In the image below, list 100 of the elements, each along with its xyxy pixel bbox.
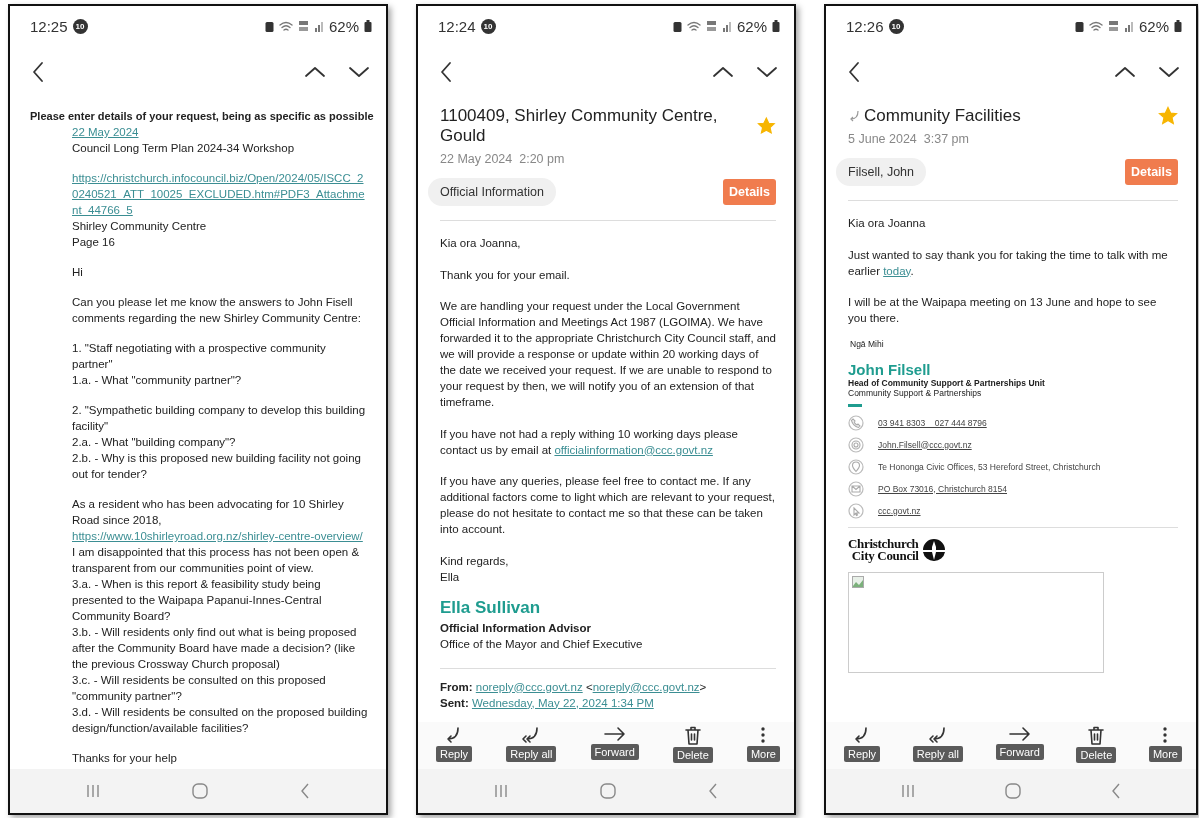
more-icon	[760, 726, 767, 744]
signature-name: Ella Sullivan	[440, 600, 542, 616]
body-text: From: noreply@ccc.govt.nz <noreply@ccc.govt.nz>	[440, 679, 708, 695]
action-button[interactable]: More	[1148, 726, 1182, 763]
contact-link[interactable]: John.Filsell@ccc.govt.nz	[878, 437, 972, 452]
action-button[interactable]: More	[746, 726, 780, 763]
back-icon[interactable]	[32, 61, 44, 83]
body-text: Hi	[72, 265, 84, 280]
body-text: Thanks for your help	[72, 751, 178, 766]
contact-link[interactable]: ccc.govt.nz	[878, 503, 921, 518]
status-time: 12:24	[438, 17, 476, 35]
battery-percent: 62%	[1138, 17, 1169, 35]
signature-department: Community Support & Partnerships	[848, 387, 982, 398]
link[interactable]: officialinformation@ccc.govt.nz	[554, 443, 713, 456]
more-icon	[1162, 726, 1169, 744]
signal-icon	[721, 20, 732, 32]
council-logo-text: Christchurch City Council	[848, 537, 919, 562]
wifi-icon	[278, 20, 293, 32]
body-text: 2.b. - Why is this proposed new building facility not going out for tender?	[72, 451, 362, 482]
forward-icon	[602, 726, 627, 742]
star-icon[interactable]	[1158, 106, 1178, 126]
home-icon[interactable]	[192, 783, 208, 799]
action-button[interactable]: Reply	[436, 726, 473, 763]
link[interactable]: noreply@ccc.govt.nz	[475, 680, 583, 693]
sender-chip[interactable]: Official Information	[428, 178, 556, 206]
home-icon[interactable]	[1005, 783, 1021, 799]
link[interactable]: Wednesday, May 22, 2024 1:34 PM	[471, 696, 654, 709]
body-text: Thank you for your email.	[440, 267, 571, 283]
back-icon[interactable]	[848, 61, 860, 83]
body-text: 2. "Sympathetic building company to develop this building facility"	[72, 403, 367, 434]
battery-saver-icon	[264, 20, 274, 32]
wifi-icon	[1088, 20, 1103, 32]
sign-off: Ngā Mihi	[850, 337, 885, 351]
cursor-icon	[848, 502, 864, 519]
chevron-down-icon[interactable]	[1158, 66, 1180, 78]
wifi-icon	[686, 20, 701, 32]
back-nav-icon[interactable]	[708, 783, 718, 799]
back-nav-icon[interactable]	[1111, 783, 1121, 799]
link[interactable]: https://christchurch.infocouncil.biz/Open/2024/05/ISCC_20240521_ATT_10025_EXCLUDED.htm#PDF3_Attachment_44766_5	[72, 170, 368, 218]
body-text: If you have not had a reply withing 10 working days please contact us by email at officialinformation@ccc.govt.nz	[440, 426, 739, 458]
chevron-up-icon[interactable]	[1114, 66, 1136, 78]
action-button[interactable]: Delete	[1076, 726, 1117, 763]
signature-title: Official Information Advisor	[440, 621, 592, 636]
battery-icon	[364, 20, 372, 32]
accent-bar	[848, 403, 862, 407]
link[interactable]: noreply@ccc.govt.nz	[592, 680, 700, 693]
body-text: 3.c. - Will residents be consulted on this proposed "community partner"?	[72, 673, 327, 704]
email-date: 5 June 2024 3:37 pm	[848, 132, 970, 146]
email-subject: Community Facilities	[864, 106, 1021, 126]
body-text: Kia ora Joanna	[848, 216, 927, 231]
star-icon[interactable]	[757, 116, 776, 136]
recent-apps-icon[interactable]	[494, 784, 508, 798]
broken-image-icon	[852, 575, 864, 588]
recent-apps-icon[interactable]	[86, 784, 100, 798]
phone-icon	[848, 414, 864, 431]
body-text: 3.d. - Will residents be consulted on the proposed building design/function/available facilities?	[72, 705, 368, 736]
link[interactable]: https://www.10shirleyroad.org.nz/shirley-centre-overview/	[72, 528, 368, 544]
signal-icon	[1123, 20, 1134, 32]
battery-icon	[1174, 20, 1182, 32]
body-text: 3.b. - Will residents only find out what is being proposed after the Community Board have made a decision? (like the previous Crossway Church proposal)	[72, 625, 358, 672]
action-button[interactable]: Reply all	[912, 726, 963, 763]
battery-icon	[772, 20, 780, 32]
body-text: If you have any queries, please feel free to contact me. If any additional factors come to light which are relevant to your request, please do not hesitate to contact me so that these can be taken into account.	[440, 474, 776, 537]
chevron-down-icon[interactable]	[348, 66, 370, 78]
body-text: Ella	[440, 569, 461, 585]
body-text: 3.a. - When is this report & feasibility study being presented to the Waipapa Papanui-Innes-Central Community Board?	[72, 577, 323, 624]
battery-percent: 62%	[736, 17, 767, 35]
action-button[interactable]: Reply all	[506, 726, 557, 763]
body-text: Shirley Community Centre	[72, 219, 208, 234]
action-button[interactable]: Reply	[844, 726, 881, 763]
body-text: Can you please let me know the answers to John Fisell comments regarding the new Shirley Community Centre:	[72, 295, 362, 326]
back-nav-icon[interactable]	[300, 783, 310, 799]
forward-icon	[1007, 726, 1032, 742]
link[interactable]: 22 May 2024	[72, 124, 368, 140]
action-button[interactable]: Delete	[673, 726, 713, 763]
action-button[interactable]: Forward	[995, 726, 1044, 763]
body-text: I will be at the Waipapa meeting on 13 June and hope to see you there.	[848, 295, 1158, 326]
chevron-down-icon[interactable]	[756, 66, 778, 78]
email-date: 22 May 2024 2:20 pm	[440, 152, 566, 166]
signature-title: Head of Community Support & Partnerships Unit	[848, 377, 1046, 388]
contact-link[interactable]: 03 941 8303 027 444 8796	[878, 415, 987, 430]
recent-apps-icon[interactable]	[901, 784, 915, 798]
delete-icon	[1088, 726, 1105, 745]
chevron-up-icon[interactable]	[712, 66, 734, 78]
email-subject: 1100409, Shirley Community Centre, Gould	[440, 106, 719, 146]
body-text: Kia ora Joanna,	[440, 236, 522, 251]
body-text: 1. "Staff negotiating with a prospective community partner"	[72, 341, 327, 372]
sender-chip[interactable]: Filsell, John	[836, 158, 926, 186]
contact-link[interactable]: PO Box 73016, Christchurch 8154	[878, 481, 1007, 496]
body-text: I am disappointed that this process has not been open & transparent from our communities point of view.	[72, 545, 361, 576]
body-text: As a resident who has been advocating for 10 Shirley Road since 2018,	[72, 497, 345, 528]
home-icon[interactable]	[600, 783, 616, 799]
back-icon[interactable]	[440, 61, 452, 83]
logo-emblem-icon	[921, 537, 946, 562]
battery-saver-icon	[1074, 20, 1084, 32]
chevron-up-icon[interactable]	[304, 66, 326, 78]
action-button[interactable]: Forward	[590, 726, 639, 763]
status-time: 12:26	[846, 17, 884, 35]
body-text: We are handling your request under the Local Government Official Information and Meetings Act 1987 (LGOIMA). We have forwarded it to the appropriate Christchurch City Council staff, and we will provide a response or update within 20 working days of the date we received your request. If we are unable to respond to your request by then, we will notify you of an extension of that timeframe.	[440, 299, 776, 410]
signal-icon	[313, 20, 324, 32]
